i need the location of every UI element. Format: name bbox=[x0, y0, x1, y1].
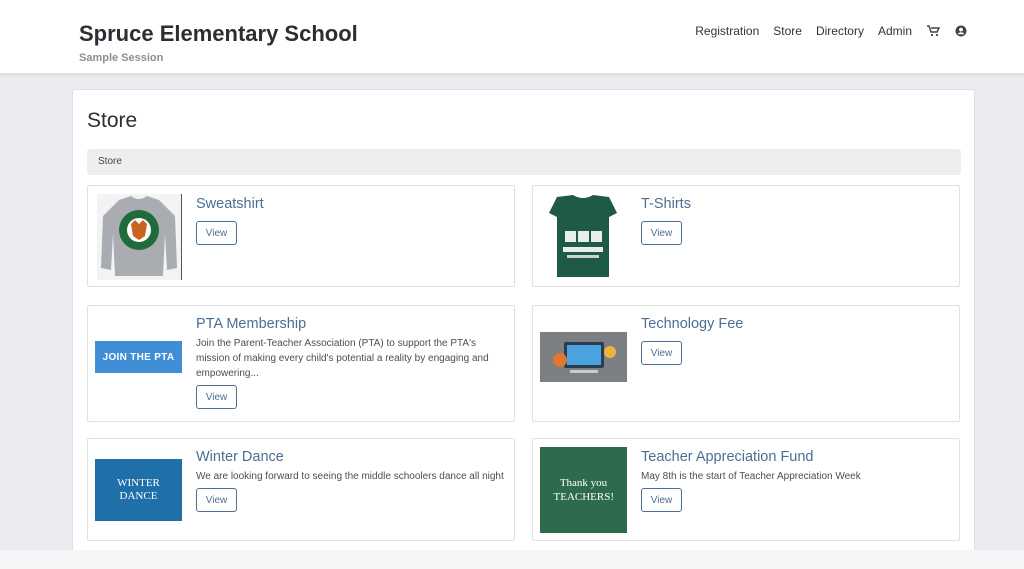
view-button[interactable]: View bbox=[641, 221, 682, 245]
nav-registration[interactable]: Registration bbox=[695, 24, 759, 38]
product-name[interactable]: Technology Fee bbox=[641, 316, 743, 332]
main-nav: Registration Store Directory Admin bbox=[681, 24, 968, 38]
pta-image[interactable]: JOIN THE PTA bbox=[95, 341, 182, 373]
product-card-teacher-appreciation-fund: Thank you TEACHERS! Teacher Appreciation… bbox=[532, 438, 960, 541]
product-card-pta-membership: JOIN THE PTA PTA Membership Join the Par… bbox=[87, 305, 515, 422]
product-description: May 8th is the start of Teacher Apprecia… bbox=[641, 471, 861, 482]
product-name[interactable]: Sweatshirt bbox=[196, 196, 264, 212]
product-card-technology-fee: Technology Fee View bbox=[532, 305, 960, 422]
technology-image[interactable] bbox=[540, 332, 627, 382]
store-panel: Store Store Sweatshirt View T-Shirts Vie… bbox=[72, 89, 975, 559]
bottom-edge bbox=[0, 550, 1024, 569]
teacher-image-text: Thank you TEACHERS! bbox=[553, 477, 615, 503]
product-name[interactable]: Teacher Appreciation Fund bbox=[641, 449, 814, 465]
view-button[interactable]: View bbox=[641, 341, 682, 365]
page-title: Store bbox=[87, 109, 138, 132]
winter-dance-image-text: WINTER DANCE bbox=[117, 477, 160, 502]
product-description: We are looking forward to seeing the mid… bbox=[196, 471, 504, 482]
breadcrumb: Store bbox=[87, 149, 961, 175]
product-description: Join the Parent-Teacher Association (PTA… bbox=[196, 338, 489, 379]
nav-store[interactable]: Store bbox=[773, 24, 802, 38]
view-button[interactable]: View bbox=[641, 488, 682, 512]
product-name[interactable]: PTA Membership bbox=[196, 316, 306, 332]
product-card-t-shirts: T-Shirts View bbox=[532, 185, 960, 287]
product-card-winter-dance: WINTER DANCE Winter Dance We are looking… bbox=[87, 438, 515, 541]
view-button[interactable]: View bbox=[196, 488, 237, 512]
product-card-sweatshirt: Sweatshirt View bbox=[87, 185, 515, 287]
tshirt-image[interactable] bbox=[547, 193, 619, 279]
nav-directory[interactable]: Directory bbox=[816, 24, 864, 38]
product-name[interactable]: T-Shirts bbox=[641, 196, 691, 212]
view-button[interactable]: View bbox=[196, 385, 237, 409]
breadcrumb-item-store: Store bbox=[98, 156, 122, 167]
pta-image-text: JOIN THE PTA bbox=[102, 351, 175, 363]
school-title[interactable]: Spruce Elementary School bbox=[79, 21, 358, 47]
product-name[interactable]: Winter Dance bbox=[196, 449, 284, 465]
cart-icon[interactable] bbox=[926, 24, 940, 38]
top-navbar: Spruce Elementary School Sample Session … bbox=[0, 0, 1024, 74]
nav-admin[interactable]: Admin bbox=[878, 24, 912, 38]
sweatshirt-image[interactable] bbox=[97, 194, 182, 280]
teacher-image[interactable]: Thank you TEACHERS! bbox=[540, 447, 627, 533]
winter-dance-image[interactable]: WINTER DANCE bbox=[95, 459, 182, 521]
view-button[interactable]: View bbox=[196, 221, 237, 245]
user-icon[interactable] bbox=[954, 24, 968, 38]
session-name: Sample Session bbox=[79, 52, 164, 64]
